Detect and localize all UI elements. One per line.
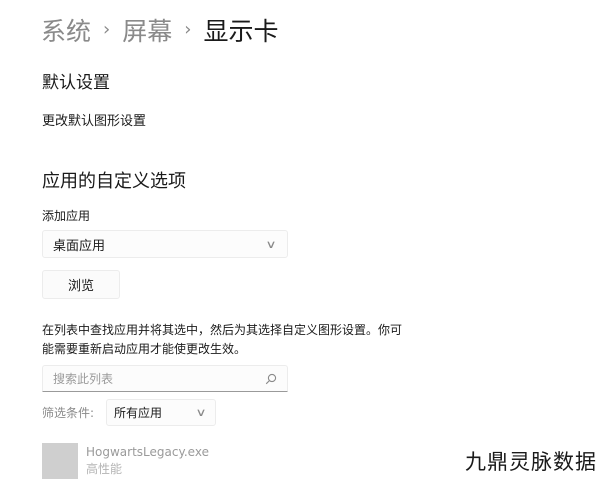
app-type-selected-value: 桌面应用 <box>53 238 106 254</box>
chevron-down-icon: ∨ <box>265 237 277 251</box>
filter-label: 筛选条件: <box>42 406 95 420</box>
search-box <box>42 365 288 392</box>
custom-options-heading: 应用的自定义选项 <box>42 171 186 192</box>
description-line-1: 在列表中查找应用并将其选中，然后为其选择自定义图形设置。你可 <box>42 323 403 337</box>
filter-dropdown[interactable]: 所有应用 ∨ <box>106 399 216 426</box>
app-type-dropdown[interactable]: 桌面应用 ∨ <box>42 230 288 258</box>
app-graphics-setting: 高性能 <box>86 462 123 476</box>
chevron-down-icon: ∨ <box>195 406 207 419</box>
list-item[interactable]: HogwartsLegacy.exe 高性能 <box>42 443 209 479</box>
search-icon[interactable] <box>265 373 277 385</box>
default-settings-heading: 默认设置 <box>42 73 110 93</box>
description-line-2: 能需要重新启动应用才能使更改生效。 <box>42 342 247 356</box>
page-title: 显示卡 <box>203 17 279 46</box>
browse-button[interactable]: 浏览 <box>42 270 120 299</box>
breadcrumb: 系统 › 屏幕 › 显示卡 <box>41 12 278 48</box>
watermark: 九鼎灵脉数据 <box>465 450 597 474</box>
chevron-right-icon: › <box>103 18 111 40</box>
custom-options-description: 在列表中查找应用并将其选中，然后为其选择自定义图形设置。你可 能需要重新启动应用… <box>42 321 462 359</box>
app-name: HogwartsLegacy.exe <box>86 445 209 459</box>
search-input[interactable] <box>53 371 265 386</box>
add-app-label: 添加应用 <box>42 209 91 223</box>
filter-selected-value: 所有应用 <box>114 406 163 420</box>
breadcrumb-item-display[interactable]: 屏幕 <box>122 12 172 48</box>
app-icon <box>42 443 78 479</box>
chevron-right-icon: › <box>184 18 192 40</box>
breadcrumb-item-system[interactable]: 系统 <box>41 12 91 48</box>
change-default-graphics-settings-link[interactable]: 更改默认图形设置 <box>42 110 146 129</box>
